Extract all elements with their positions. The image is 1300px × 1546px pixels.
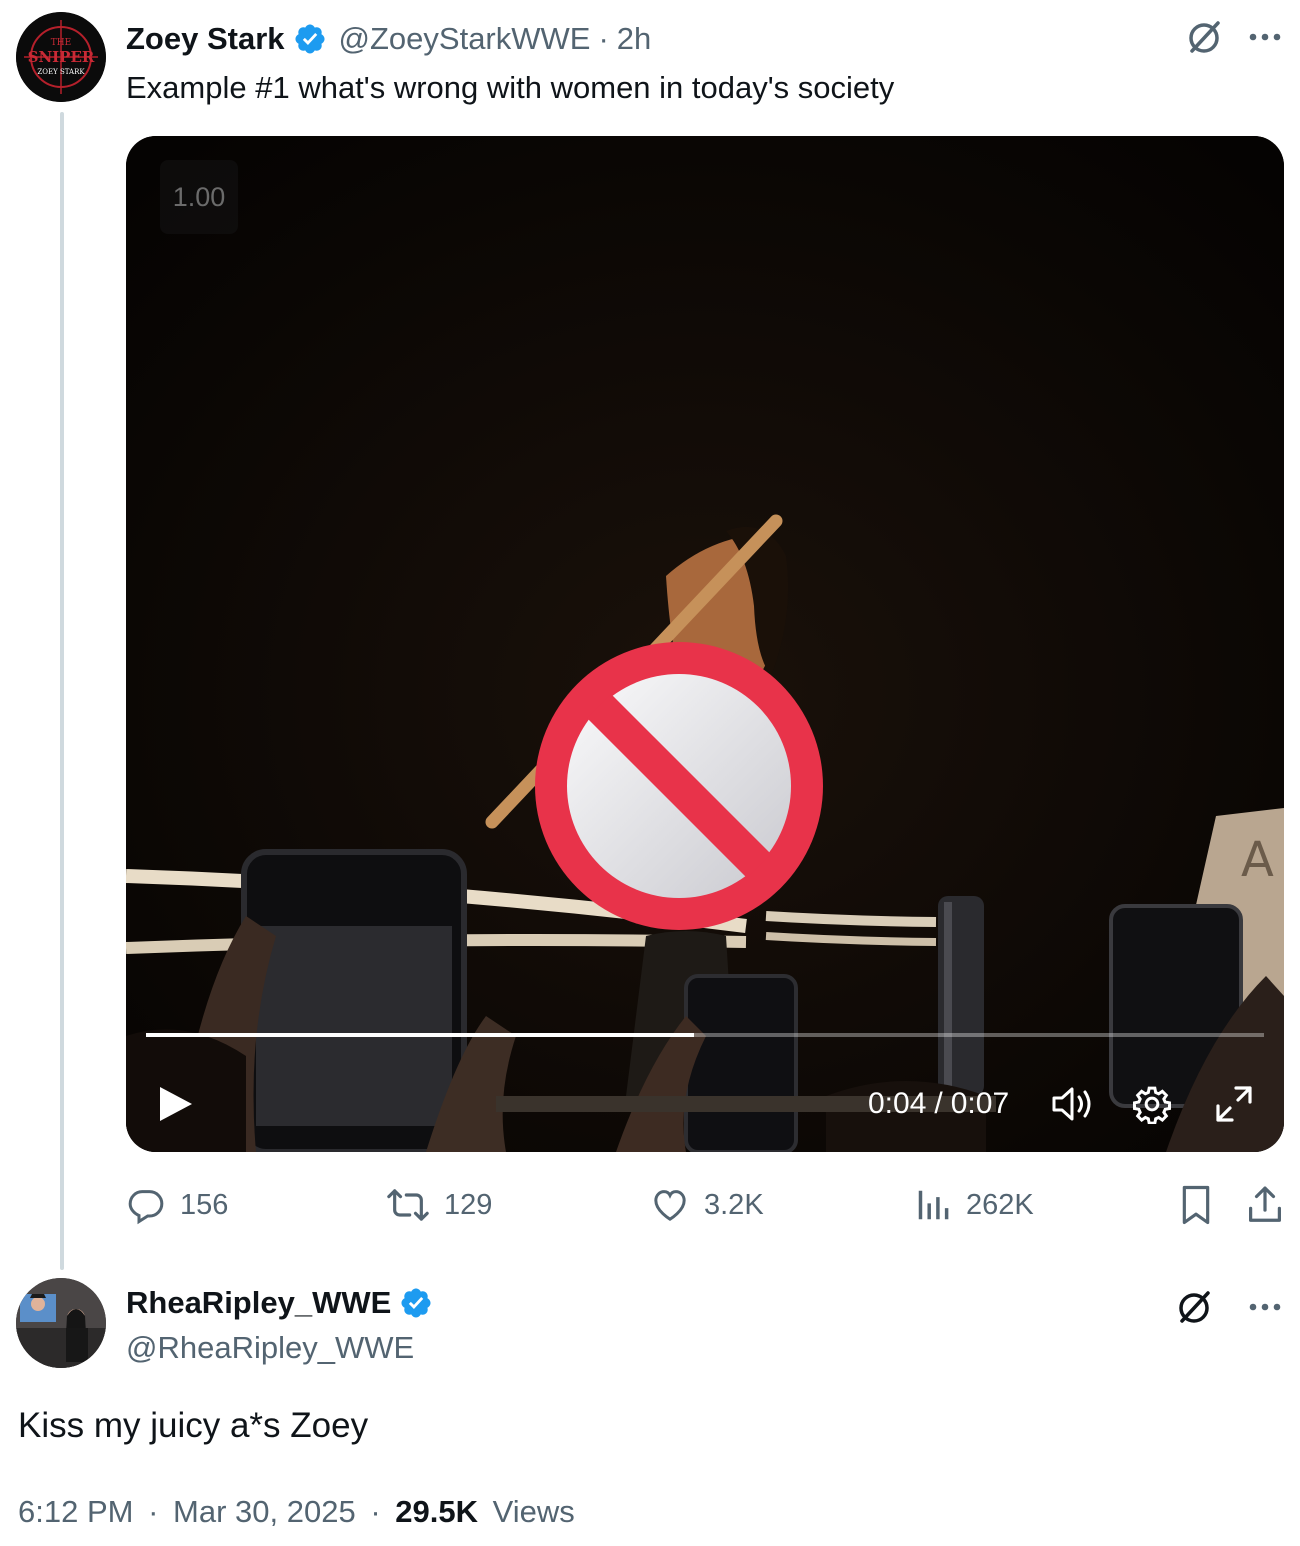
thread-connector-line: [60, 112, 64, 1270]
play-button[interactable]: [156, 1084, 196, 1124]
views-label: Views: [492, 1494, 575, 1529]
share-button[interactable]: [1244, 1180, 1286, 1230]
share-icon: [1249, 1186, 1281, 1222]
fullscreen-button[interactable]: [1214, 1084, 1254, 1124]
author-handle[interactable]: @ZoeyStarkWWE: [339, 21, 591, 57]
video-frame: A: [126, 136, 1284, 1152]
reply-icon: [128, 1190, 164, 1225]
more-options-icon[interactable]: [1246, 22, 1286, 52]
reply-text: Kiss my juicy a*s Zoey: [18, 1406, 369, 1445]
tweet-text: Example #1 what's wrong with women in to…: [126, 70, 895, 105]
separator-dot: ·: [598, 21, 609, 56]
author-name[interactable]: Zoey Stark: [126, 21, 285, 57]
playback-speed-badge: 1.00: [160, 160, 238, 234]
tweet-time[interactable]: 2h: [617, 21, 651, 57]
sniper-logo-icon: THE SNIPER ZOEY STARK: [16, 12, 106, 102]
video-player[interactable]: A 1.00 0:04 / 0:07: [126, 136, 1284, 1152]
like-button[interactable]: 3.2K: [650, 1180, 764, 1230]
svg-text:SNIPER: SNIPER: [28, 48, 95, 66]
grok-icon[interactable]: [1174, 1288, 1214, 1328]
verified-badge-icon: [293, 22, 327, 56]
views-total: 29.5K: [395, 1494, 479, 1529]
post-time[interactable]: 6:12 PM: [18, 1494, 133, 1529]
expand-icon: [1216, 1086, 1252, 1122]
views-chart-icon: [918, 1190, 949, 1220]
repost-icon: [387, 1189, 429, 1221]
svg-text:A: A: [1241, 832, 1274, 888]
reply-count: 156: [180, 1188, 229, 1221]
avatar-zoey-stark[interactable]: THE SNIPER ZOEY STARK: [16, 12, 106, 102]
bookmark-icon: [1182, 1185, 1210, 1225]
reply-button[interactable]: 156: [126, 1180, 228, 1230]
tweet2-name-row: RheaRipley_WWE: [126, 1282, 433, 1324]
volume-icon: [1052, 1087, 1091, 1121]
avatar-rhea-ripley[interactable]: [16, 1278, 106, 1368]
repost-count: 129: [444, 1188, 493, 1221]
verified-badge-icon: [399, 1286, 433, 1320]
avatar-photo: [16, 1278, 106, 1368]
volume-button[interactable]: [1050, 1084, 1096, 1124]
author-handle[interactable]: @RheaRipley_WWE: [126, 1330, 414, 1366]
video-progress-track[interactable]: [146, 1033, 1264, 1037]
views-count: 262K: [966, 1188, 1034, 1221]
video-progress-fill: [146, 1033, 694, 1037]
more-options-icon[interactable]: [1246, 1292, 1286, 1322]
grok-icon[interactable]: [1184, 18, 1224, 58]
tweet-timestamp: 6:12 PM · Mar 30, 2025 · 29.5K Views: [18, 1494, 575, 1529]
repost-button[interactable]: 129: [386, 1180, 492, 1230]
prohibited-icon: [535, 642, 823, 930]
bookmark-button[interactable]: [1176, 1180, 1216, 1230]
gear-icon: [1133, 1086, 1171, 1125]
post-date[interactable]: Mar 30, 2025: [173, 1494, 356, 1529]
tweet1-header: Zoey Stark @ZoeyStarkWWE · 2h: [126, 18, 651, 60]
author-name[interactable]: RheaRipley_WWE: [126, 1285, 391, 1321]
heart-icon: [654, 1190, 686, 1221]
settings-button[interactable]: [1132, 1084, 1172, 1125]
svg-text:ZOEY STARK: ZOEY STARK: [37, 68, 85, 76]
views-button[interactable]: 262K: [914, 1180, 1034, 1230]
svg-text:THE: THE: [51, 38, 71, 48]
video-time: 0:04 / 0:07: [868, 1087, 1010, 1120]
play-icon: [160, 1087, 192, 1121]
like-count: 3.2K: [704, 1188, 764, 1221]
